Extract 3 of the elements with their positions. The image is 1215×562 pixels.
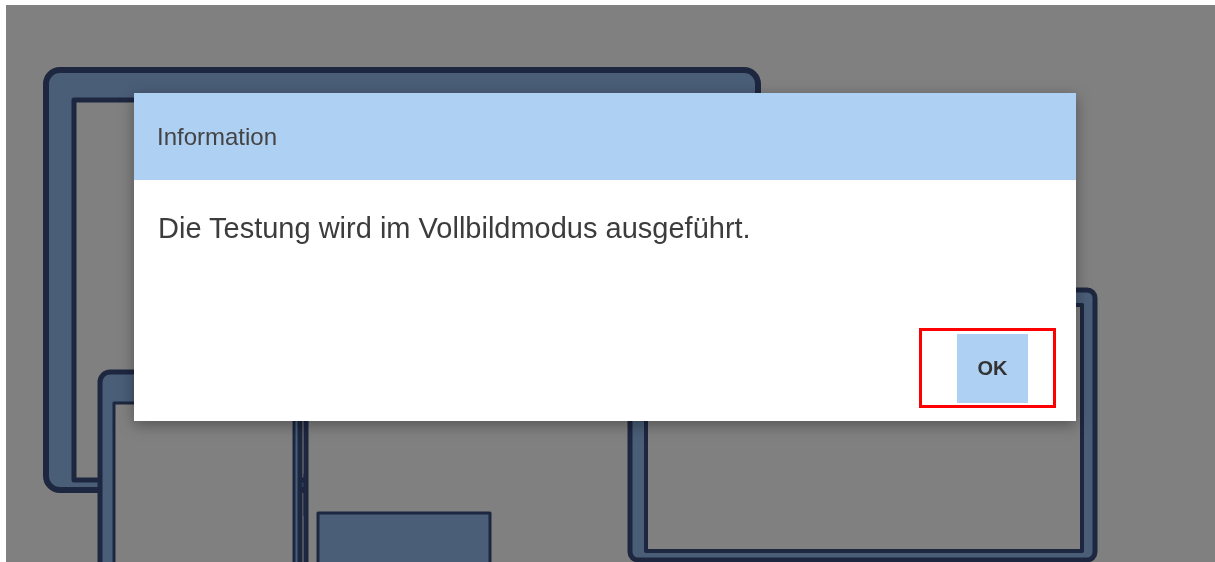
dialog-title: Information [157,122,278,151]
dialog-message: Die Testung wird im Vollbildmodus ausgeführt. [158,212,752,245]
ok-button[interactable]: OK [957,334,1028,403]
